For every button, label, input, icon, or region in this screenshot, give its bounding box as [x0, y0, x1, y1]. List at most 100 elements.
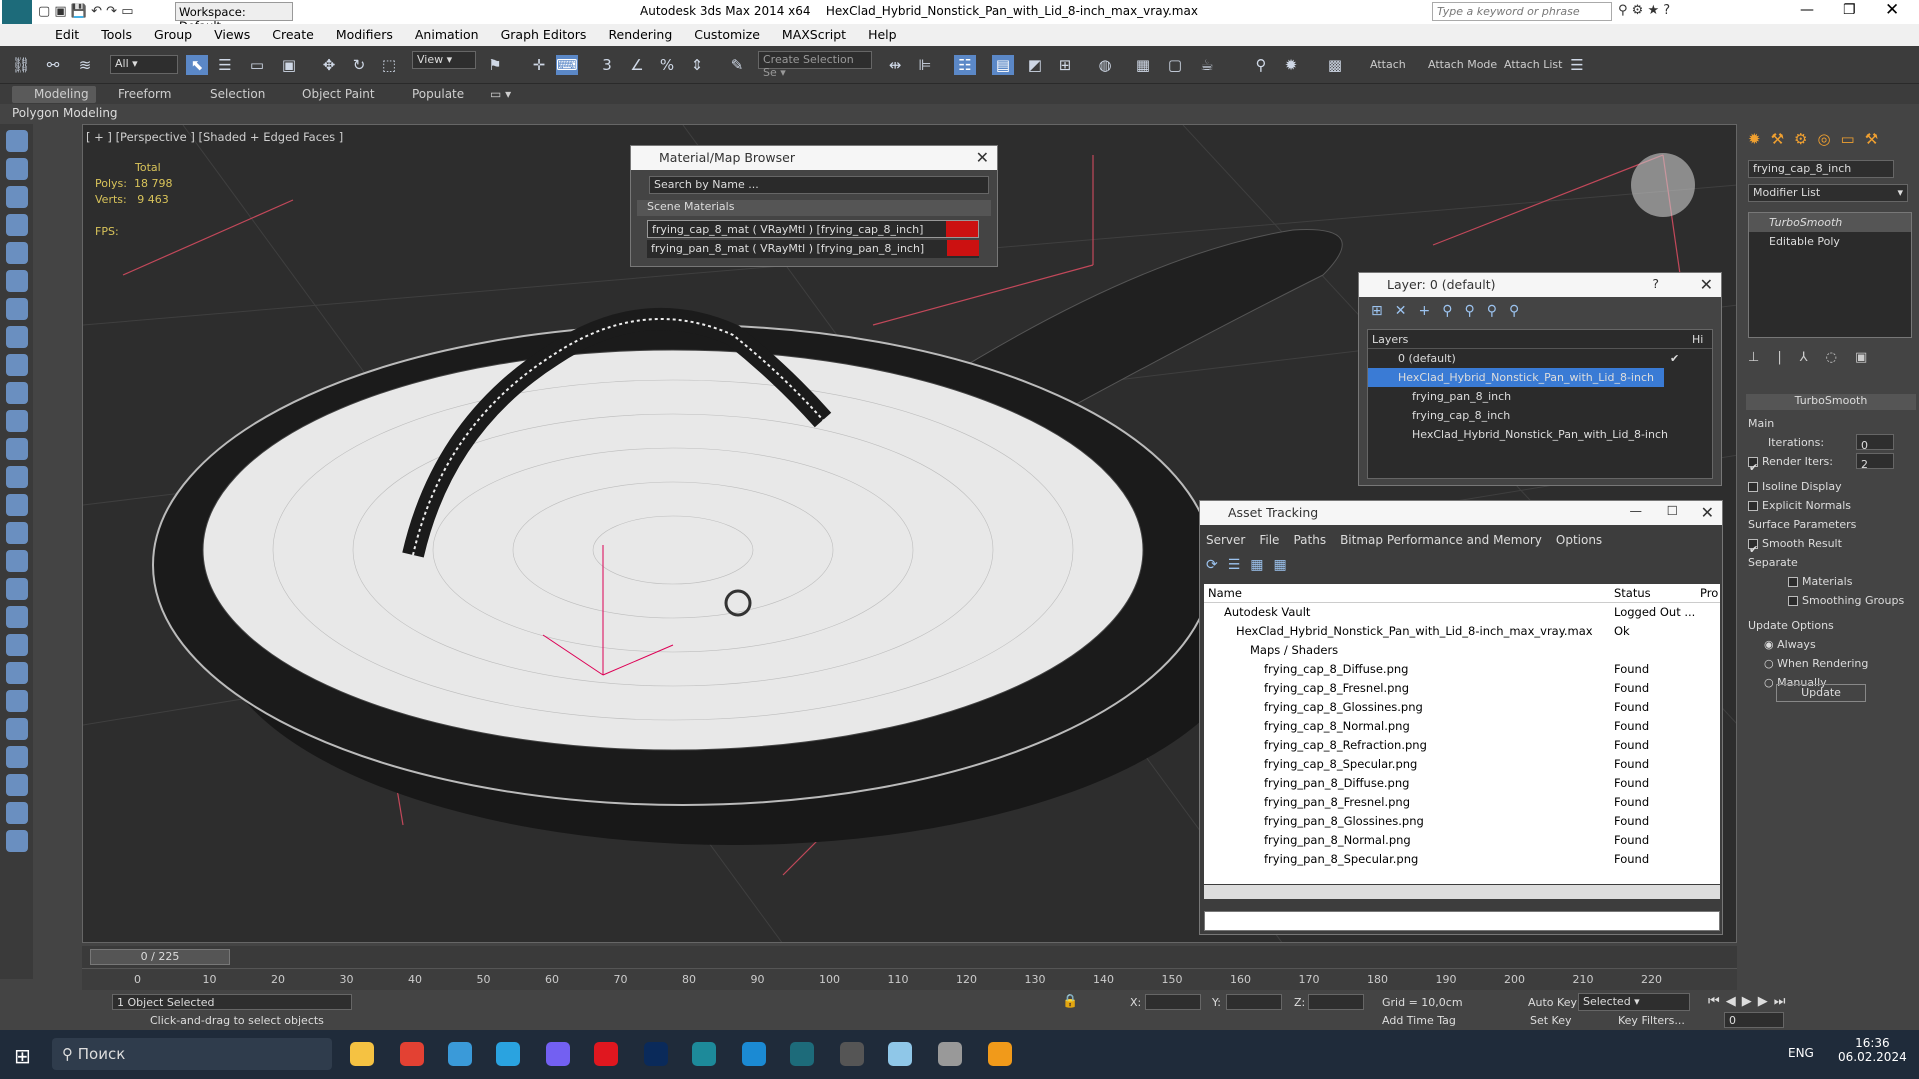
magnet-icon[interactable]: ⚲: [1250, 55, 1272, 75]
bind-spacewarp-icon[interactable]: ≋: [74, 55, 96, 75]
unlink-icon[interactable]: ⚯: [42, 55, 64, 75]
minimize-button[interactable]: —: [1630, 503, 1643, 518]
menu-item[interactable]: Group: [143, 24, 203, 42]
left-tool-icon[interactable]: [6, 298, 28, 320]
asset-row[interactable]: frying_pan_8_Specular.png Found: [1204, 850, 1720, 869]
file-explorer-icon[interactable]: [350, 1042, 374, 1066]
modifier-list-dropdown[interactable]: Modifier List ▾: [1748, 184, 1908, 202]
curve-editor-icon[interactable]: ◩: [1024, 55, 1046, 75]
attach-list-button[interactable]: Attach List: [1504, 58, 1562, 71]
left-tool-icon[interactable]: [6, 382, 28, 404]
pivot-icon[interactable]: ⚑: [484, 55, 506, 75]
layer-manager-icon[interactable]: ☷: [954, 55, 976, 75]
taskbar-search[interactable]: ⚲ Поиск: [52, 1038, 332, 1070]
left-tool-icon[interactable]: [6, 270, 28, 292]
asset-menu-item[interactable]: Server: [1206, 533, 1245, 547]
isoline-row[interactable]: Isoline Display: [1748, 477, 1914, 496]
move-icon[interactable]: ✥: [318, 55, 340, 75]
select-by-name-icon[interactable]: ☰: [214, 55, 236, 75]
stack-icon[interactable]: ☰: [1566, 55, 1588, 75]
material-item[interactable]: frying_pan_8_mat ( VRayMtl ) [frying_pan…: [647, 240, 979, 258]
asset-menu-item[interactable]: File: [1259, 533, 1279, 547]
edit-named-sel-icon[interactable]: ✎: [726, 55, 748, 75]
menu-item[interactable]: MAXScript: [771, 24, 857, 42]
help-icons[interactable]: ⚲ ⚙ ★ ?: [1618, 3, 1670, 18]
mirror-icon[interactable]: ⇹: [884, 55, 906, 75]
asset-toolbar-icons[interactable]: ⟳☰▦▦: [1206, 557, 1297, 573]
search-field[interactable]: Type a keyword or phrase: [1432, 2, 1612, 21]
pro-column-header[interactable]: Pro: [1700, 584, 1718, 603]
named-selection-dropdown[interactable]: Create Selection Se ▾: [758, 51, 872, 79]
x-field[interactable]: [1145, 994, 1201, 1010]
auto-key-button[interactable]: Auto Key: [1528, 996, 1577, 1009]
app-icon[interactable]: [840, 1042, 864, 1066]
align-icon[interactable]: ⊫: [914, 55, 936, 75]
window-crossing-icon[interactable]: ▣: [278, 55, 300, 75]
windows-start-icon[interactable]: ⊞: [14, 1044, 31, 1068]
left-tool-icon[interactable]: [6, 774, 28, 796]
set-key-button[interactable]: Set Key: [1530, 1014, 1572, 1027]
asset-row[interactable]: frying_cap_8_Normal.png Found: [1204, 717, 1720, 736]
rotate-icon[interactable]: ↻: [348, 55, 370, 75]
menu-item[interactable]: Rendering: [597, 24, 683, 42]
selection-filter-dropdown[interactable]: All ▾: [110, 55, 178, 74]
layer-row[interactable]: 0 (default) ✔: [1368, 349, 1712, 368]
materials-row[interactable]: Materials: [1748, 572, 1914, 591]
asset-row[interactable]: frying_cap_8_Diffuse.png Found: [1204, 660, 1720, 679]
playback-controls[interactable]: ⏮◀▶▶⏭: [1708, 994, 1791, 1009]
edge-icon[interactable]: [742, 1042, 766, 1066]
layer-row-selected[interactable]: HexClad_Hybrid_Nonstick_Pan_with_Lid_8-i…: [1368, 368, 1664, 387]
rendered-frame-icon[interactable]: ▢: [1164, 55, 1186, 75]
time-slider[interactable]: 0 / 225: [82, 946, 1737, 968]
attach-button[interactable]: Attach: [1370, 58, 1406, 71]
object-name-field[interactable]: frying_cap_8_inch: [1748, 160, 1894, 178]
viewport-label[interactable]: [ + ] [Perspective ] [Shaded + Edged Fac…: [86, 130, 343, 144]
chrome-icon[interactable]: [400, 1042, 424, 1066]
close-icon[interactable]: ✕: [976, 148, 989, 167]
render-iters-checkbox[interactable]: ✔: [1748, 457, 1758, 474]
scene-materials-header[interactable]: Scene Materials: [637, 200, 991, 216]
workspace-dropdown[interactable]: Workspace: Default: [175, 2, 293, 33]
keyboard-shortcut-icon[interactable]: ⌨: [556, 55, 578, 75]
explicit-normals-row[interactable]: Explicit Normals: [1748, 496, 1914, 515]
modifier-turbosmooth[interactable]: TurboSmooth: [1749, 213, 1911, 232]
app-icon[interactable]: [448, 1042, 472, 1066]
left-tool-icon[interactable]: [6, 606, 28, 628]
select-object-icon[interactable]: ⬉: [186, 55, 208, 75]
left-tool-icon[interactable]: [6, 214, 28, 236]
lock-icon[interactable]: 🔒: [1062, 994, 1078, 1009]
left-tool-icon[interactable]: [6, 466, 28, 488]
current-frame-field[interactable]: 0: [1724, 1012, 1784, 1028]
angle-snap-icon[interactable]: ∠: [626, 55, 648, 75]
snap-toggle-icon[interactable]: 3: [596, 55, 618, 75]
language-indicator[interactable]: ENG: [1788, 1046, 1814, 1060]
left-tool-icon[interactable]: [6, 130, 28, 152]
tab-object-paint[interactable]: Object Paint: [302, 87, 375, 101]
iterations-spinner[interactable]: 0: [1856, 434, 1894, 452]
tab-freeform[interactable]: Freeform: [118, 87, 171, 101]
asset-row[interactable]: frying_pan_8_Normal.png Found: [1204, 831, 1720, 850]
layer-toolbar-icons[interactable]: ⊞✕+⚲⚲⚲⚲: [1371, 303, 1531, 319]
maximize-button[interactable]: ❐: [1843, 2, 1856, 18]
layer-row[interactable]: frying_pan_8_inch: [1368, 387, 1712, 406]
select-manipulate-icon[interactable]: ✛: [528, 55, 550, 75]
3dsmax-icon[interactable]: [692, 1042, 716, 1066]
layer-row[interactable]: frying_cap_8_inch: [1368, 406, 1712, 425]
time-slider-thumb[interactable]: 0 / 225: [90, 949, 230, 965]
menu-item[interactable]: Tools: [90, 24, 143, 42]
checker-icon[interactable]: ▩: [1324, 55, 1346, 75]
left-tool-icon[interactable]: [6, 410, 28, 432]
left-tool-icon[interactable]: [6, 746, 28, 768]
polygon-modeling-label[interactable]: Polygon Modeling: [12, 106, 118, 120]
maximize-button[interactable]: ☐: [1667, 503, 1678, 518]
asset-row[interactable]: Autodesk Vault Logged Out ...: [1204, 603, 1720, 622]
left-tool-icon[interactable]: [6, 438, 28, 460]
asset-row[interactable]: frying_cap_8_Glossines.png Found: [1204, 698, 1720, 717]
material-editor-icon[interactable]: ◍: [1094, 55, 1116, 75]
left-tool-icon[interactable]: [6, 662, 28, 684]
asset-menu-item[interactable]: Paths: [1293, 533, 1326, 547]
layers-column-header[interactable]: Layers: [1372, 333, 1408, 346]
attach-mode-button[interactable]: Attach Mode: [1428, 58, 1497, 71]
asset-row[interactable]: frying_pan_8_Glossines.png Found: [1204, 812, 1720, 831]
scale-icon[interactable]: ⬚: [378, 55, 400, 75]
